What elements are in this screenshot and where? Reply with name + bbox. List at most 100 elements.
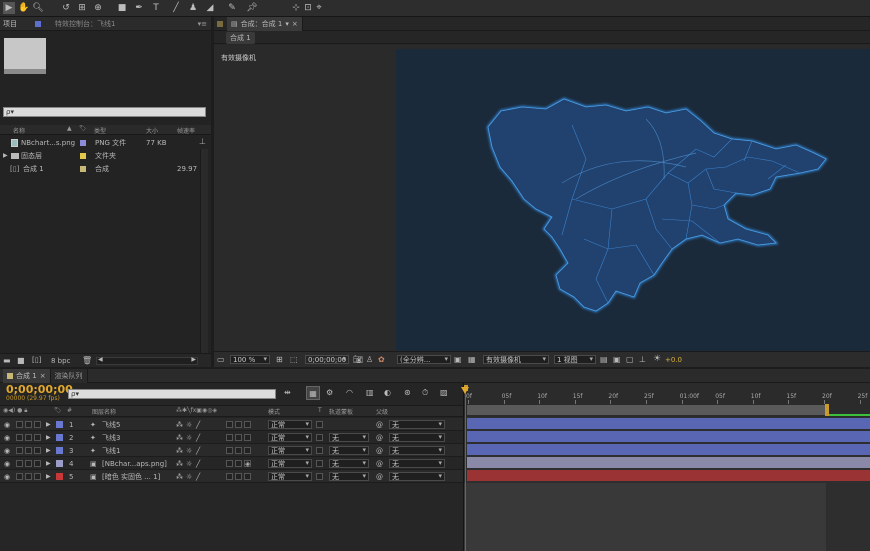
- layer-duration-bar[interactable]: [467, 431, 870, 442]
- layer-name[interactable]: [NBchar...aps.png]: [102, 457, 167, 470]
- flowchart-icon[interactable]: ⊥: [199, 137, 206, 146]
- bit-depth-label[interactable]: 8 bpc: [51, 357, 70, 365]
- new-composition-icon[interactable]: [▯]: [32, 356, 41, 364]
- parent-select[interactable]: 无: [389, 420, 445, 429]
- quality-switch-icon[interactable]: ╱: [196, 444, 200, 457]
- layer-duration-bar[interactable]: [467, 457, 870, 468]
- solo-switch[interactable]: [25, 421, 32, 428]
- track-matte-select[interactable]: 无: [329, 433, 369, 442]
- visibility-eye-icon[interactable]: ◉: [4, 457, 10, 470]
- current-time-indicator[interactable]: [461, 387, 469, 551]
- close-tab-icon[interactable]: ×: [292, 20, 298, 28]
- motion-blur-icon[interactable]: ◐: [384, 388, 391, 397]
- effect-switch[interactable]: [226, 460, 233, 467]
- layer-name[interactable]: 飞线5: [102, 418, 120, 431]
- preserve-transparency-switch[interactable]: [316, 434, 323, 441]
- solo-switch[interactable]: [25, 473, 32, 480]
- effect-switch[interactable]: [226, 421, 233, 428]
- pick-whip-icon[interactable]: @: [376, 431, 383, 444]
- preserve-transparency-switch[interactable]: [316, 460, 323, 467]
- project-horizontal-scrollbar[interactable]: ◀ ▶: [96, 356, 198, 365]
- solo-switch[interactable]: [25, 447, 32, 454]
- column-trkmat[interactable]: 轨道蒙板: [329, 407, 353, 416]
- effect-switch[interactable]: [226, 434, 233, 441]
- zoom-tool-icon[interactable]: 🔍︎: [32, 2, 44, 14]
- lock-switch[interactable]: [34, 447, 41, 454]
- motion-blur-switch[interactable]: [244, 421, 251, 428]
- label-swatch[interactable]: [56, 421, 63, 428]
- solo-switch[interactable]: [25, 460, 32, 467]
- 3d-layer-icon[interactable]: ◈: [245, 457, 250, 470]
- panel-menu-icon[interactable]: ▾≡: [198, 20, 207, 28]
- rotate-tool-icon[interactable]: ↺: [60, 2, 72, 14]
- resolution-select[interactable]: (全分辨...: [397, 355, 451, 364]
- table-row[interactable]: ◉ ▶ 1 ✦ 飞线5 ⁂ ☼ ╱ 正常 @ 无: [0, 418, 463, 431]
- layer-name[interactable]: [暗色 实固色 ... 1]: [102, 470, 160, 483]
- mode-select[interactable]: 正常: [268, 433, 312, 442]
- preserve-transparency-switch[interactable]: [316, 421, 323, 428]
- quality-switch-icon[interactable]: ╱: [196, 418, 200, 431]
- hand-tool-icon[interactable]: ✋: [18, 2, 30, 14]
- eraser-tool-icon[interactable]: ◢: [204, 2, 216, 14]
- visibility-eye-icon[interactable]: ◉: [4, 470, 10, 483]
- time-ruler[interactable]: 0f 05f 10f 15f 20f 25f 01:00f 05f 10f 15f 20f 25f: [463, 383, 870, 417]
- magnification-select[interactable]: 100 %: [230, 355, 270, 364]
- list-item[interactable]: NBchart...s.png PNG 文件 77 KB: [0, 136, 211, 149]
- label-swatch[interactable]: [80, 152, 86, 159]
- pan-behind-tool-icon[interactable]: ⊕: [92, 2, 104, 14]
- pick-whip-icon[interactable]: @: [376, 444, 383, 457]
- collapse-switch-icon[interactable]: ☼: [186, 444, 192, 457]
- puppet-tool-icon[interactable]: 📌︎: [246, 2, 258, 14]
- current-time-display[interactable]: 0;00;00;00: [305, 355, 349, 364]
- list-item[interactable]: [▯] 合成 1 合成 29.97: [0, 162, 211, 175]
- brainstorm-icon[interactable]: ⊛: [404, 388, 411, 397]
- close-tab-icon[interactable]: ×: [40, 372, 46, 380]
- axis-mode-icon[interactable]: ⊹: [290, 2, 302, 14]
- snapshot-icon[interactable]: 📷︎: [353, 355, 363, 364]
- fast-previews-icon[interactable]: ▣: [613, 355, 621, 364]
- pick-whip-icon[interactable]: @: [376, 418, 383, 431]
- table-row[interactable]: ◉ ▶ 2 ✦ 飞线3 ⁂ ☼ ╱ 正常 无 @ 无: [0, 431, 463, 444]
- label-swatch[interactable]: [56, 473, 63, 480]
- solo-switch[interactable]: [25, 434, 32, 441]
- track-matte-select[interactable]: 无: [329, 472, 369, 481]
- quality-switch-icon[interactable]: ╱: [196, 457, 200, 470]
- tab-comp-1[interactable]: 合成 1: [226, 32, 255, 44]
- timeline-search-input[interactable]: ρ▾: [68, 389, 276, 399]
- composition-viewer[interactable]: 有效摄像机: [214, 45, 870, 351]
- parent-select[interactable]: 无: [389, 446, 445, 455]
- expand-arrow-icon[interactable]: ▶: [46, 470, 51, 483]
- shy-switch-icon[interactable]: ⁂: [176, 457, 183, 470]
- label-swatch[interactable]: [56, 460, 63, 467]
- motion-blur-switch[interactable]: [244, 434, 251, 441]
- column-mode[interactable]: 模式: [268, 407, 280, 416]
- active-camera-select[interactable]: 有效摄像机: [483, 355, 549, 364]
- tab-menu-icon[interactable]: ▾: [285, 20, 289, 28]
- new-folder-icon[interactable]: ■: [17, 356, 25, 365]
- transparency-grid-icon[interactable]: ▦: [468, 355, 476, 364]
- preserve-transparency-switch[interactable]: [316, 473, 323, 480]
- tab-render-queue[interactable]: 渲染队列: [50, 368, 88, 383]
- safe-zones-icon[interactable]: ⊞: [276, 355, 283, 364]
- channel-icon[interactable]: ✿: [378, 355, 385, 364]
- always-preview-icon[interactable]: ▭: [217, 355, 225, 364]
- effect-switch[interactable]: [226, 473, 233, 480]
- work-area-bar[interactable]: [467, 405, 827, 415]
- mode-select[interactable]: 正常: [268, 446, 312, 455]
- audio-switch[interactable]: [16, 447, 23, 454]
- frame-blend-switch[interactable]: [235, 421, 242, 428]
- column-source-name[interactable]: 图层名称: [92, 407, 116, 416]
- layer-duration-bar[interactable]: [467, 444, 870, 455]
- expand-arrow-icon[interactable]: ▶: [46, 431, 51, 444]
- lock-switch[interactable]: [34, 434, 41, 441]
- camera-tool-icon[interactable]: ⊞: [76, 2, 88, 14]
- lock-switch[interactable]: [34, 473, 41, 480]
- label-swatch[interactable]: [56, 447, 63, 454]
- quality-switch-icon[interactable]: ╱: [196, 470, 200, 483]
- shy-switch-icon[interactable]: ⁂: [176, 470, 183, 483]
- auto-keyframe-icon[interactable]: ⏱: [422, 388, 428, 398]
- selection-tool-icon[interactable]: ▶: [3, 2, 15, 14]
- parent-select[interactable]: 无: [389, 472, 445, 481]
- exposure-value[interactable]: +0.0: [665, 356, 682, 364]
- project-search-input[interactable]: ρ▾: [3, 107, 206, 117]
